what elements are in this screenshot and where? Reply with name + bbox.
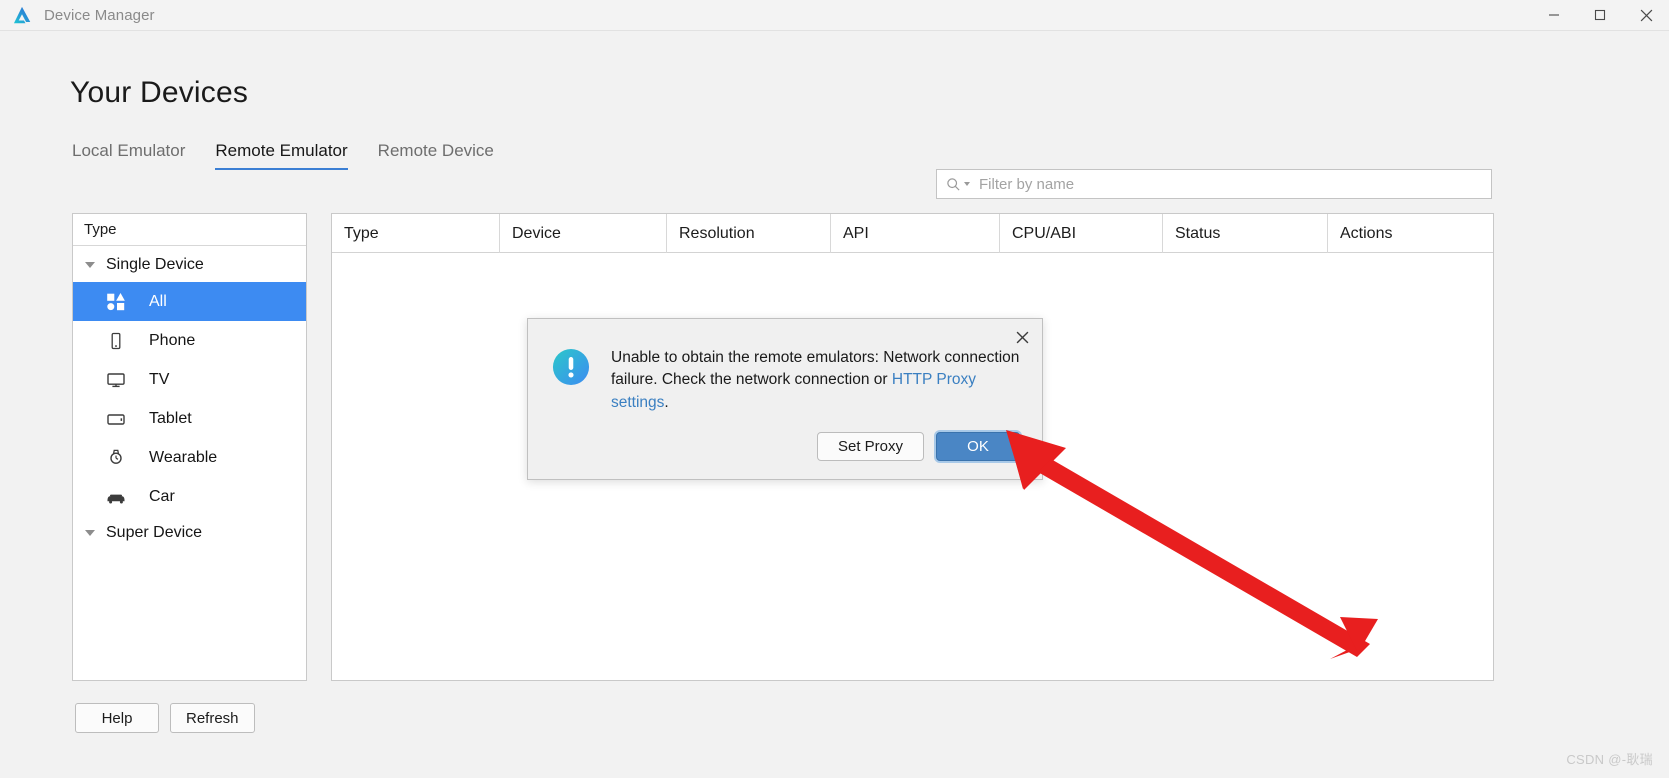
info-exclamation-icon <box>552 348 590 386</box>
set-proxy-button[interactable]: Set Proxy <box>817 432 924 461</box>
maximize-button[interactable] <box>1577 0 1623 31</box>
dialog-message: Unable to obtain the remote emulators: N… <box>611 347 1020 414</box>
dialog-message-part2: . <box>664 393 669 411</box>
refresh-button[interactable]: Refresh <box>170 703 255 733</box>
chevron-down-icon[interactable] <box>85 262 95 268</box>
chevron-down-icon[interactable] <box>85 530 95 536</box>
column-header-cpu-abi[interactable]: CPU/ABI <box>1000 214 1163 253</box>
sidebar-item-tablet[interactable]: Tablet <box>73 399 306 438</box>
sidebar-item-phone[interactable]: Phone <box>73 321 306 360</box>
column-header-resolution[interactable]: Resolution <box>667 214 831 253</box>
ok-button[interactable]: OK <box>936 432 1020 461</box>
dialog-close-button[interactable] <box>1011 326 1033 348</box>
table-header-row: Type Device Resolution API CPU/ABI Statu… <box>332 214 1493 253</box>
shapes-grid-icon <box>105 291 127 313</box>
column-header-status[interactable]: Status <box>1163 214 1328 253</box>
sidebar-item-label: Tablet <box>149 409 192 427</box>
sidebar-item-all[interactable]: All <box>73 282 306 321</box>
tab-remote-device[interactable]: Remote Device <box>378 141 494 170</box>
tab-local-emulator[interactable]: Local Emulator <box>72 141 185 170</box>
tree-body: Single Device All Phone TV Tablet Wearab… <box>73 246 306 550</box>
page-title: Your Devices <box>70 76 249 109</box>
dialog-body: Unable to obtain the remote emulators: N… <box>528 319 1042 414</box>
search-box[interactable] <box>936 169 1492 199</box>
sidebar-item-label: Car <box>149 487 175 505</box>
window-title: Device Manager <box>44 6 155 24</box>
sidebar-item-label: Wearable <box>149 448 218 466</box>
dialog-actions: Set Proxy OK <box>817 432 1020 461</box>
tv-icon <box>105 369 127 391</box>
tree-group-super-device[interactable]: Super Device <box>73 516 306 550</box>
sidebar-item-car[interactable]: Car <box>73 477 306 516</box>
sidebar-item-wearable[interactable]: Wearable <box>73 438 306 477</box>
sidebar-item-label: Phone <box>149 331 196 349</box>
watch-icon <box>105 447 127 469</box>
column-header-api[interactable]: API <box>831 214 1000 253</box>
phone-icon <box>105 330 127 352</box>
sidebar-item-tv[interactable]: TV <box>73 360 306 399</box>
tree-group-single-device[interactable]: Single Device <box>73 248 306 282</box>
search-icon <box>946 177 961 192</box>
help-button[interactable]: Help <box>75 703 159 733</box>
tab-remote-emulator[interactable]: Remote Emulator <box>215 141 348 170</box>
tree-header-type: Type <box>73 214 306 246</box>
watermark-text: CSDN @-耿瑞 <box>1566 752 1653 767</box>
close-button[interactable] <box>1623 0 1669 31</box>
error-dialog: Unable to obtain the remote emulators: N… <box>527 318 1043 480</box>
title-bar: Device Manager <box>0 0 1669 31</box>
tree-group-label: Super Device <box>106 524 203 541</box>
sidebar-item-label: TV <box>149 370 170 388</box>
sidebar-item-label: All <box>149 292 167 310</box>
tablet-icon <box>105 408 127 430</box>
car-icon <box>105 486 127 508</box>
search-input[interactable] <box>970 174 1491 194</box>
column-header-actions[interactable]: Actions <box>1328 214 1493 253</box>
main-content: Your Devices Local Emulator Remote Emula… <box>0 31 1669 778</box>
deveco-logo-icon <box>13 6 31 24</box>
tab-bar: Local Emulator Remote Emulator Remote De… <box>72 141 524 170</box>
window-controls <box>1531 0 1669 31</box>
footer-buttons: Help Refresh <box>75 703 255 733</box>
minimize-button[interactable] <box>1531 0 1577 31</box>
device-type-tree-panel: Type Single Device All Phone TV Tablet W… <box>72 213 307 681</box>
column-header-device[interactable]: Device <box>500 214 667 253</box>
tree-group-label: Single Device <box>106 256 204 273</box>
column-header-type[interactable]: Type <box>332 214 500 253</box>
